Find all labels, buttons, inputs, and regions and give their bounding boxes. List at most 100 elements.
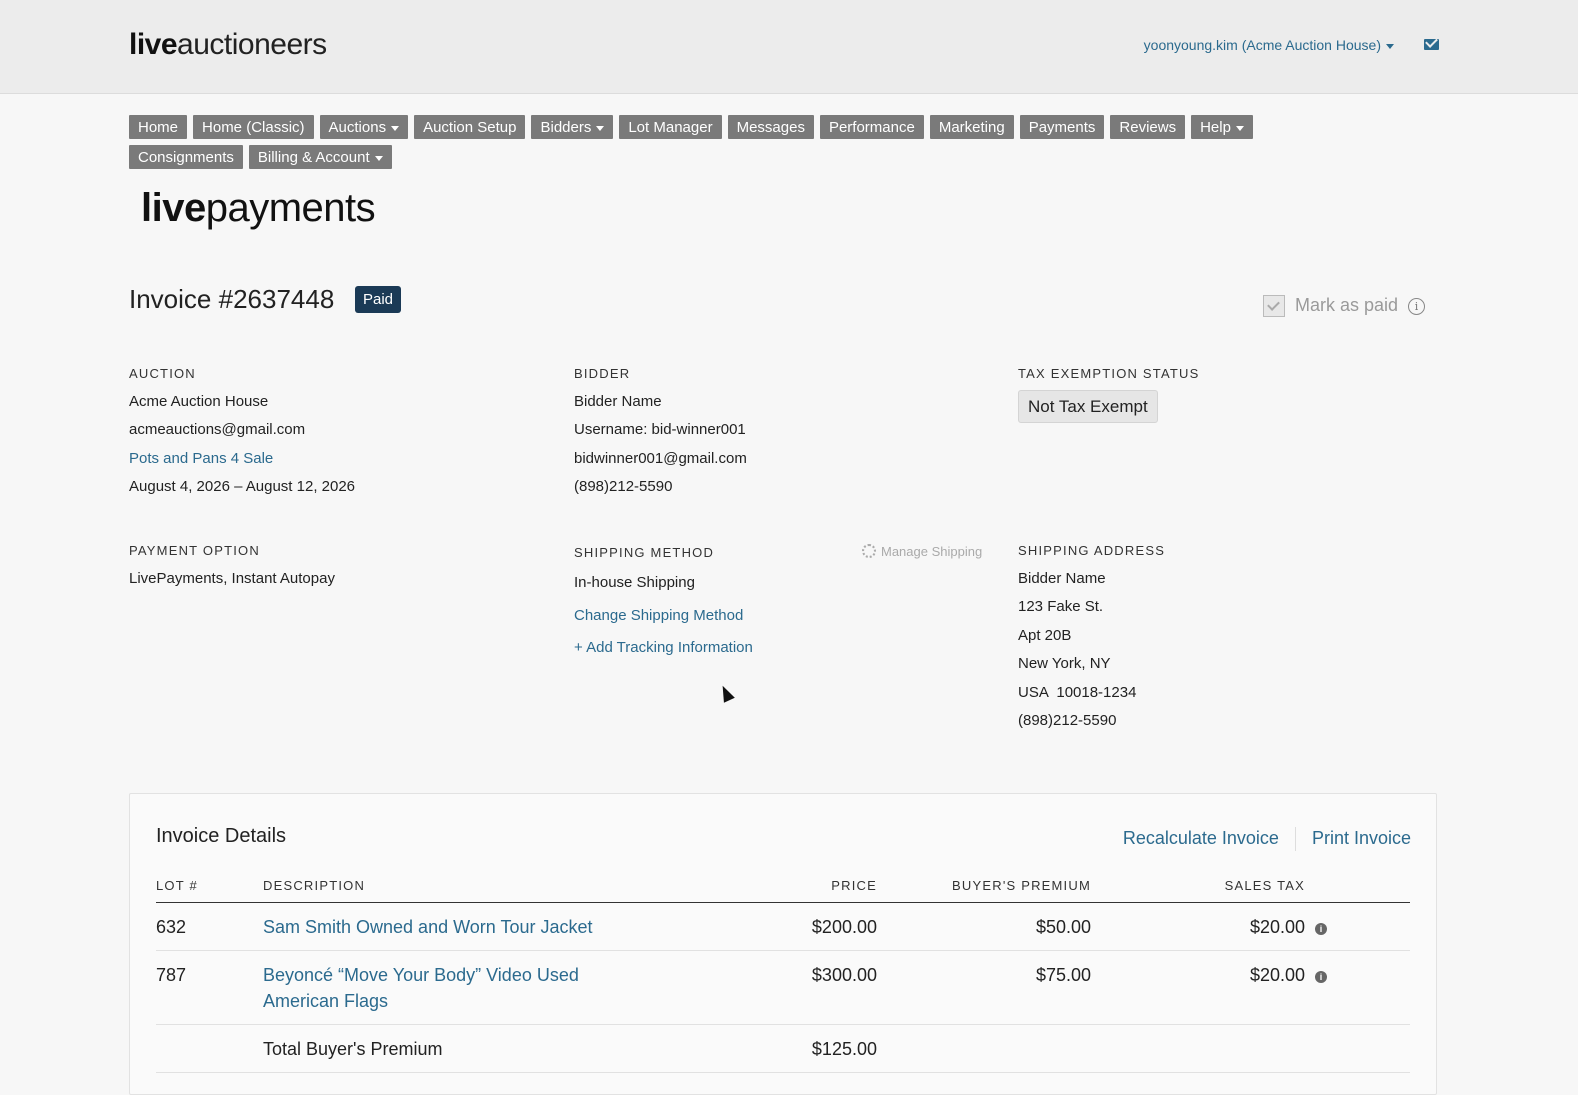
lot-price: $300.00 <box>683 950 877 1025</box>
invoice-details-card: Invoice Details Recalculate Invoice Print… <box>129 793 1437 1095</box>
divider <box>1294 827 1296 851</box>
nav-auctions[interactable]: Auctions <box>319 115 409 139</box>
address-street: 123 Fake St. <box>1018 598 1104 616</box>
lot-description-link[interactable]: Beyoncé “Move Your Body” Video Used Ameri… <box>263 965 579 1011</box>
status-badge: Paid <box>355 286 402 313</box>
address-city: New York, NY <box>1018 655 1111 673</box>
col-description: DESCRIPTION <box>263 874 683 903</box>
shipping-address-section: SHIPPING ADDRESS Bidder Name 123 Fake St… <box>1018 543 1165 735</box>
lot-description-link[interactable]: Sam Smith Owned and Worn Tour Jacket <box>263 917 592 937</box>
table-header-row: LOT # DESCRIPTION PRICE BUYER'S PREMIUM … <box>156 874 1410 903</box>
nav-auctions-label: Auctions <box>328 119 387 136</box>
col-spacer <box>1305 874 1410 903</box>
nav-payments[interactable]: Payments <box>1019 115 1105 139</box>
nav-help-label: Help <box>1200 119 1231 136</box>
recalculate-invoice-link[interactable]: Recalculate Invoice <box>1123 828 1279 848</box>
nav-help[interactable]: Help <box>1191 115 1253 139</box>
invoice-items-table: LOT # DESCRIPTION PRICE BUYER'S PREMIUM … <box>156 874 1410 1073</box>
payment-value: LivePayments, Instant Autopay <box>129 570 335 587</box>
lot-premium: $75.00 <box>877 950 1091 1025</box>
empty-cell <box>1305 1024 1410 1073</box>
top-header: liveauctioneers yoonyoung.kim (Acme Auct… <box>0 0 1578 94</box>
col-price: PRICE <box>683 874 877 903</box>
manage-shipping-label: Manage Shipping <box>881 544 983 559</box>
nav-auction-setup[interactable]: Auction Setup <box>414 115 526 139</box>
chevron-down-icon <box>374 155 383 161</box>
auction-email: acmeauctions@gmail.com <box>129 421 306 439</box>
nav-billing-account[interactable]: Billing & Account <box>248 145 392 169</box>
auction-house: Acme Auction House <box>129 393 269 410</box>
change-shipping-link[interactable]: Change Shipping Method <box>574 600 753 633</box>
bidder-phone: (898)212-5590 <box>574 478 673 496</box>
manage-shipping-link[interactable]: Manage Shipping <box>862 544 982 559</box>
col-premium: BUYER'S PREMIUM <box>877 874 1091 903</box>
total-premium-row: Total Buyer's Premium $125.00 <box>156 1024 1410 1073</box>
invoice-title: Invoice #2637448 <box>129 284 335 314</box>
chevron-down-icon <box>391 125 400 131</box>
address-phone: (898)212-5590 <box>1018 712 1117 730</box>
print-invoice-link[interactable]: Print Invoice <box>1312 828 1411 848</box>
add-tracking-link[interactable]: + Add Tracking Information <box>574 632 753 665</box>
address-name: Bidder Name <box>1018 570 1106 587</box>
payment-section: PAYMENT OPTION LivePayments, Instant Aut… <box>129 543 335 593</box>
shipping-method-value: In-house Shipping <box>574 574 695 591</box>
tax-label: TAX EXEMPTION STATUS <box>1018 366 1200 381</box>
shipping-address-label: SHIPPING ADDRESS <box>1018 543 1166 558</box>
nav-home[interactable]: Home <box>129 115 188 139</box>
mark-as-paid[interactable]: Mark as paid i <box>1263 295 1426 318</box>
col-tax: SALES TAX <box>1091 874 1305 903</box>
envelope-icon[interactable] <box>1424 39 1439 50</box>
mark-paid-label: Mark as paid <box>1295 295 1399 315</box>
lot-premium: $50.00 <box>877 902 1091 951</box>
nav-home-classic[interactable]: Home (Classic) <box>193 115 314 139</box>
tax-status-button[interactable]: Not Tax Exempt <box>1018 390 1158 423</box>
nav-bidders-label: Bidders <box>540 119 592 136</box>
lot-number: 632 <box>156 902 263 951</box>
nav-reviews[interactable]: Reviews <box>1110 115 1186 139</box>
lot-description-line1: Beyoncé “Move Your Body” Video Used <box>263 965 579 985</box>
info-icon[interactable]: i <box>1315 971 1327 983</box>
nav-lot-manager[interactable]: Lot Manager <box>619 115 722 139</box>
main-nav: Home Home (Classic) Auctions Auction Setup B… <box>129 115 1349 175</box>
nav-messages[interactable]: Messages <box>727 115 814 139</box>
nav-performance[interactable]: Performance <box>819 115 924 139</box>
empty-cell <box>877 1024 1091 1073</box>
chevron-down-icon <box>1235 125 1244 131</box>
bidder-email: bidwinner001@gmail.com <box>574 449 747 467</box>
nav-billing-label: Billing & Account <box>257 149 370 166</box>
liveauctioneers-logo[interactable]: liveauctioneers <box>129 28 327 62</box>
payment-label: PAYMENT OPTION <box>129 543 260 558</box>
nav-marketing[interactable]: Marketing <box>929 115 1014 139</box>
auction-label: AUCTION <box>129 366 196 381</box>
user-label: yoonyoung.kim (Acme Auction House) <box>1143 37 1381 53</box>
lot-tax: $20.00 <box>1091 950 1305 1025</box>
info-icon[interactable]: i <box>1315 923 1327 935</box>
livepayments-logo: livepayments <box>141 186 376 230</box>
lot-tax: $20.00 <box>1091 902 1305 951</box>
address-country-zip: USA 10018-1234 <box>1018 683 1137 701</box>
table-row: 787 Beyoncé “Move Your Body” Video Used A… <box>156 950 1410 1025</box>
tax-section: TAX EXEMPTION STATUS Not Tax Exempt <box>1018 366 1199 423</box>
nav-consignments[interactable]: Consignments <box>129 145 243 169</box>
nav-bidders[interactable]: Bidders <box>531 115 614 139</box>
auction-dates: August 4, 2026 – August 12, 2026 <box>129 478 356 496</box>
lot-price: $200.00 <box>683 902 877 951</box>
bidder-section: BIDDER Bidder Name Username: bid-winner0… <box>574 366 747 502</box>
invoice-actions: Recalculate Invoice Print Invoice <box>1123 827 1411 851</box>
total-premium-label: Total Buyer's Premium <box>263 1024 683 1073</box>
lot-number: 787 <box>156 950 263 1025</box>
bidder-username: Username: bid-winner001 <box>574 421 746 439</box>
mark-paid-checkbox[interactable] <box>1263 295 1285 318</box>
shipping-method-label: SHIPPING METHOD <box>574 545 715 560</box>
lot-description-line2: American Flags <box>263 991 389 1011</box>
bidder-label: BIDDER <box>574 366 631 381</box>
chevron-down-icon <box>596 125 605 131</box>
info-icon[interactable]: i <box>1408 297 1426 315</box>
empty-cell <box>156 1024 263 1073</box>
gear-icon <box>862 544 876 558</box>
table-row: 632 Sam Smith Owned and Worn Tour Jacket… <box>156 902 1410 951</box>
user-menu[interactable]: yoonyoung.kim (Acme Auction House) <box>1144 37 1394 53</box>
col-lot: LOT # <box>156 874 263 903</box>
auction-link[interactable]: Pots and Pans 4 Sale <box>129 445 355 473</box>
bidder-name: Bidder Name <box>574 393 662 410</box>
